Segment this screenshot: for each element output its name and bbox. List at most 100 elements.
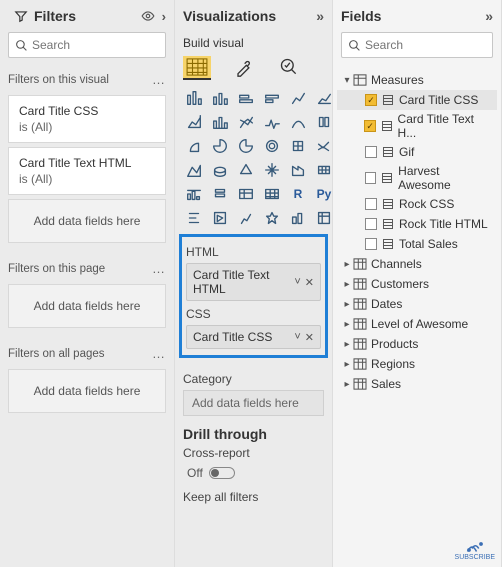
measure-row[interactable]: Gif: [337, 142, 497, 162]
table-row[interactable]: ▸ Sales: [337, 374, 497, 394]
viz-type-icon[interactable]: [235, 112, 257, 132]
viz-type-icon[interactable]: [313, 136, 335, 156]
viz-type-icon[interactable]: [235, 208, 257, 228]
well-css-label: CSS: [186, 307, 321, 321]
viz-type-icon[interactable]: [261, 208, 283, 228]
measure-row[interactable]: Harvest Awesome: [337, 162, 497, 194]
viz-type-icon[interactable]: [235, 136, 257, 156]
table-label: Customers: [371, 277, 429, 291]
viz-type-icon[interactable]: [209, 184, 231, 204]
table-row[interactable]: ▸Customers: [337, 274, 497, 294]
format-visual-tab[interactable]: [229, 56, 257, 80]
viz-type-icon[interactable]: [313, 88, 335, 108]
viz-type-icon[interactable]: [287, 136, 309, 156]
viz-type-icon[interactable]: [261, 112, 283, 132]
build-visual-tab[interactable]: [183, 56, 211, 80]
viz-type-icon[interactable]: [183, 208, 205, 228]
checkbox[interactable]: [364, 120, 376, 132]
chevron-right-icon: ▸: [341, 379, 353, 390]
more-icon[interactable]: …: [152, 72, 166, 87]
table-row[interactable]: ▸Channels: [337, 254, 497, 274]
table-row[interactable]: ▸Dates: [337, 294, 497, 314]
checkbox[interactable]: [365, 238, 377, 250]
viz-type-icon[interactable]: [183, 136, 205, 156]
table-row[interactable]: ▸Products: [337, 334, 497, 354]
remove-icon[interactable]: ✕: [305, 276, 314, 289]
viz-type-icon[interactable]: [183, 88, 205, 108]
fields-title: Fields: [341, 8, 381, 24]
chevron-down-icon[interactable]: ˅: [294, 331, 300, 343]
filters-search-input[interactable]: [32, 38, 159, 52]
viz-type-icon[interactable]: [209, 112, 231, 132]
viz-type-icon[interactable]: [235, 184, 257, 204]
more-icon[interactable]: …: [152, 261, 166, 276]
viz-type-icon[interactable]: [287, 112, 309, 132]
cross-report-toggle[interactable]: [209, 467, 235, 479]
checkbox[interactable]: [365, 198, 377, 210]
viz-type-icon[interactable]: [313, 160, 335, 180]
well-category: Category Add data fields here: [175, 360, 332, 418]
measure-icon: [381, 146, 395, 158]
checkbox[interactable]: [365, 172, 377, 184]
filters-all-dropzone[interactable]: Add data fields here: [8, 369, 166, 413]
viz-type-icon[interactable]: [261, 184, 283, 204]
measures-table-row[interactable]: ▾ Measures: [337, 70, 497, 90]
well-css-field[interactable]: Card Title CSS ˅ ✕: [186, 325, 321, 349]
measure-row[interactable]: Rock CSS: [337, 194, 497, 214]
checkbox[interactable]: [365, 94, 377, 106]
measure-label: Rock CSS: [399, 197, 454, 211]
well-html-field[interactable]: Card Title Text HTML ˅ ✕: [186, 263, 321, 301]
viz-type-icon[interactable]: [261, 136, 283, 156]
viz-type-icon[interactable]: [287, 88, 309, 108]
measure-row[interactable]: Card Title CSS: [337, 90, 497, 110]
analytics-tab[interactable]: [275, 56, 303, 80]
collapse-icon[interactable]: »: [316, 8, 324, 24]
remove-icon[interactable]: ✕: [305, 331, 314, 344]
viz-type-icon[interactable]: [313, 112, 335, 132]
viz-type-icon[interactable]: [183, 160, 205, 180]
viz-type-icon[interactable]: Py: [313, 184, 335, 204]
table-row[interactable]: ▸Level of Awesome: [337, 314, 497, 334]
viz-type-icon[interactable]: [287, 160, 309, 180]
viz-type-icon[interactable]: [209, 88, 231, 108]
filter-card[interactable]: Card Title CSS is (All): [8, 95, 166, 143]
collapse-icon[interactable]: ›: [162, 9, 166, 24]
table-icon: [353, 358, 367, 370]
well-category-dropzone[interactable]: Add data fields here: [183, 390, 324, 416]
filter-field-name: Card Title Text HTML: [19, 156, 155, 170]
checkbox[interactable]: [365, 146, 377, 158]
viz-type-icon[interactable]: [209, 160, 231, 180]
viz-type-icon[interactable]: [235, 160, 257, 180]
viz-type-icon[interactable]: [183, 112, 205, 132]
filters-visual-dropzone[interactable]: Add data fields here: [8, 199, 166, 243]
viz-type-icon[interactable]: [209, 208, 231, 228]
measure-row[interactable]: Rock Title HTML: [337, 214, 497, 234]
well-category-label: Category: [183, 372, 324, 386]
table-label: Sales: [371, 377, 401, 391]
filters-search[interactable]: [8, 32, 166, 58]
viz-type-icon[interactable]: [261, 88, 283, 108]
chevron-down-icon[interactable]: ˅: [294, 276, 300, 288]
viz-type-icon[interactable]: [261, 160, 283, 180]
filters-header: Filters ›: [0, 0, 174, 30]
measure-row[interactable]: Card Title Text H...: [337, 110, 497, 142]
filter-card[interactable]: Card Title Text HTML is (All): [8, 147, 166, 195]
chevron-right-icon: ▸: [341, 299, 353, 310]
viz-type-icon[interactable]: [183, 184, 205, 204]
measure-icon: [381, 198, 395, 210]
eye-icon[interactable]: [140, 9, 156, 23]
table-row[interactable]: ▸Regions: [337, 354, 497, 374]
viz-type-icon[interactable]: [209, 136, 231, 156]
visualizations-pane: Visualizations » Build visual RPy HTML C…: [175, 0, 333, 567]
checkbox[interactable]: [365, 218, 377, 230]
fields-search[interactable]: [341, 32, 493, 58]
fields-search-input[interactable]: [365, 38, 486, 52]
collapse-icon[interactable]: »: [485, 8, 493, 24]
viz-type-icon[interactable]: [313, 208, 335, 228]
measure-row[interactable]: Total Sales: [337, 234, 497, 254]
viz-type-icon[interactable]: R: [287, 184, 309, 204]
filters-page-dropzone[interactable]: Add data fields here: [8, 284, 166, 328]
viz-type-icon[interactable]: [235, 88, 257, 108]
more-icon[interactable]: …: [152, 346, 166, 361]
viz-type-icon[interactable]: [287, 208, 309, 228]
